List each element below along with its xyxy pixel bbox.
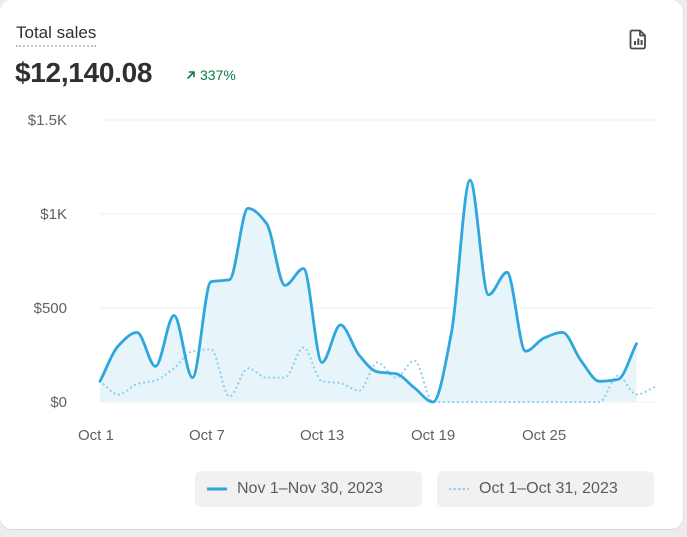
solid-line-swatch [207,487,227,491]
x-tick-label: Oct 1 [78,427,114,444]
x-tick-label: Oct 19 [411,427,455,444]
total-sales-card: Total sales $12,140.08 337% $0 $500 $1K $1.… [0,0,683,529]
legend-item-current-period[interactable]: Nov 1–Nov 30, 2023 [195,471,422,507]
x-tick-label: Oct 7 [189,427,225,444]
y-tick-label: $0 [50,394,67,411]
total-sales-value: $12,140.08 [15,57,153,88]
arrow-up-right-icon [187,71,195,79]
x-tick-label: Oct 25 [522,427,566,444]
dotted-line-swatch [449,487,469,491]
change-indicator: 337% [186,67,236,83]
change-percent: 337% [200,67,236,83]
report-document-icon [629,29,646,50]
x-tick-label: Oct 13 [300,427,344,444]
sales-line-chart: $0 $500 $1K $1.5K Oct 1 Oct 7 Oct 13 Oct 19 Oct … [28,112,657,444]
y-tick-label: $1.5K [28,112,67,129]
primary-area-fill [100,180,637,402]
legend-item-comparison-period[interactable]: Oct 1–Oct 31, 2023 [437,471,654,507]
card-title[interactable]: Total sales [16,23,97,47]
y-tick-label: $1K [40,206,67,223]
legend-label-current: Nov 1–Nov 30, 2023 [237,480,383,497]
legend-label-comparison: Oct 1–Oct 31, 2023 [479,480,618,497]
view-report-button[interactable] [625,26,651,52]
y-tick-label: $500 [34,300,67,317]
